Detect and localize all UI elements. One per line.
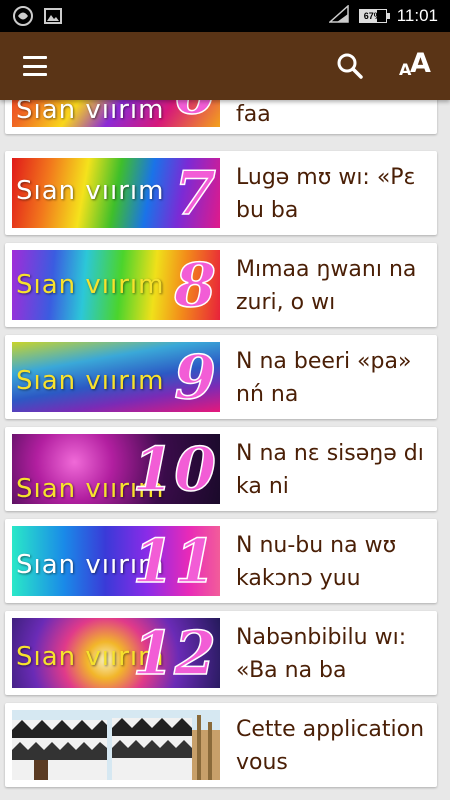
thumbnail-number: 6 xyxy=(174,100,217,127)
thumbnail-label: Sıan vıırım xyxy=(16,176,165,206)
thumbnail-image: Sıan vıırım 6 xyxy=(12,100,220,127)
menu-icon[interactable] xyxy=(18,52,52,80)
clock: 11:01 xyxy=(396,6,438,25)
item-title: N nu-bu na wʊ kakɔnɔ yuu xyxy=(236,533,397,591)
list-item[interactable]: Sıan vıırım 6 faa xyxy=(5,100,437,134)
font-size-icon[interactable]: A A xyxy=(396,48,436,84)
thumbnail-number: 10 xyxy=(132,434,217,504)
item-title: faa xyxy=(236,102,271,127)
font-big-letter: A xyxy=(410,48,431,79)
list-item[interactable]: Sıan vıırım 7 Lugə mʊ wı: «Pɛ bu ba xyxy=(5,151,437,235)
list-item[interactable]: Sıan vıırım 12 Nabənbibilu wı: «Ba na ba xyxy=(5,611,437,695)
thumbnail-image: Sıan vıırım 12 xyxy=(12,618,220,688)
item-title: N na beeri «pa» nń na xyxy=(236,349,412,407)
image-notification-icon xyxy=(44,7,62,29)
item-title: Mımaa ŋwanı na zuri, o wı xyxy=(236,257,417,315)
signal-icon xyxy=(327,4,349,27)
item-title: N na nɛ sisəŋə dı ka ni xyxy=(236,441,424,499)
battery-icon: 67% xyxy=(358,9,390,23)
thumbnail-label: Sıan vıırım xyxy=(16,270,165,300)
thumbnail-label: Sıan vıırım xyxy=(16,366,165,396)
thumbnail-image: Sıan vıırım 11 xyxy=(12,526,220,596)
thumbnail-image: Sıan vıırım 7 xyxy=(12,158,220,228)
list-item[interactable]: Sıan vıırım 9 N na beeri «pa» nń na xyxy=(5,335,437,419)
list-item[interactable]: Sıan vıırım 10 N na nɛ sisəŋə dı ka ni xyxy=(5,427,437,511)
thumbnail-number: 11 xyxy=(132,526,217,596)
list-item[interactable]: Sıan vıırım 8 Mımaa ŋwanı na zuri, o wı xyxy=(5,243,437,327)
thumbnail-number: 7 xyxy=(174,158,217,228)
thumbnail-label: Sıan vıırım xyxy=(16,100,165,125)
item-title: Cette application vous xyxy=(236,717,425,775)
battery-text: 67% xyxy=(363,11,382,21)
thumbnail-image: Sıan vıırım 10 xyxy=(12,434,220,504)
search-icon[interactable] xyxy=(334,50,366,82)
thumbnail-image: Sıan vıırım 8 xyxy=(12,250,220,320)
app-bar: A A xyxy=(0,32,450,100)
thumbnail-number: 9 xyxy=(174,342,217,412)
thumbnail-number: 8 xyxy=(174,250,217,320)
song-list: Sıan vıırım 6 faa Sıan vıırım 7 Lugə mʊ … xyxy=(0,100,450,800)
thumbnail-image xyxy=(12,710,220,780)
item-title: Lugə mʊ wı: «Pɛ bu ba xyxy=(236,165,416,223)
app-notification-icon xyxy=(12,5,34,31)
thumbnail-number: 12 xyxy=(132,618,217,688)
list-item[interactable]: Cette application vous xyxy=(5,703,437,787)
list-item[interactable]: Sıan vıırım 11 N nu-bu na wʊ kakɔnɔ yuu xyxy=(5,519,437,603)
item-title: Nabənbibilu wı: «Ba na ba xyxy=(236,625,407,683)
status-bar: 67% 11:01 xyxy=(0,0,450,32)
thumbnail-image: Sıan vıırım 9 xyxy=(12,342,220,412)
